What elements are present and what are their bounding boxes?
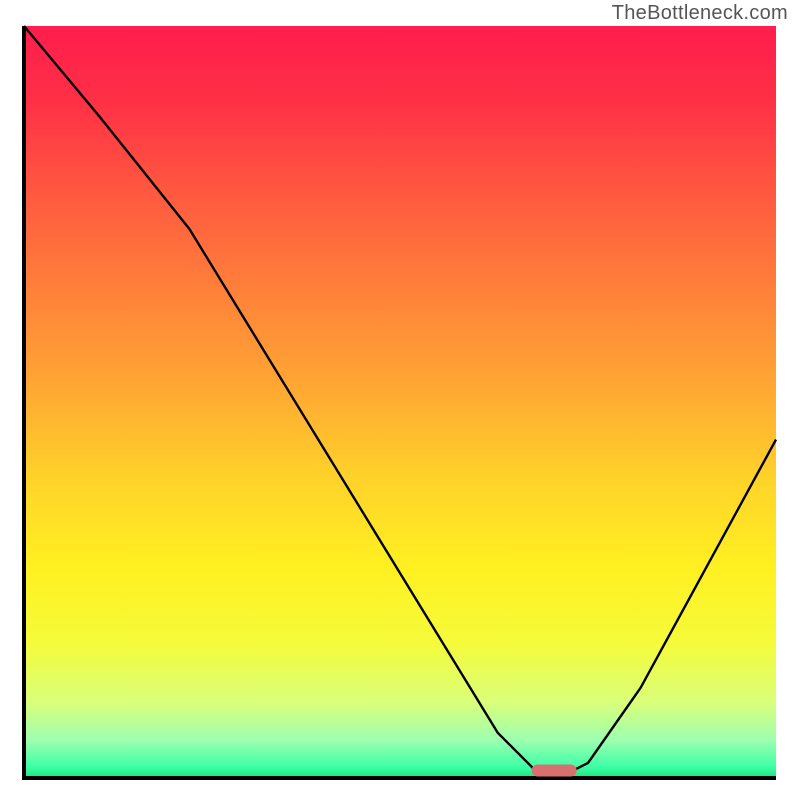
- plot-background: [24, 26, 776, 778]
- watermark-text: TheBottleneck.com: [612, 2, 788, 25]
- chart-frame: TheBottleneck.com: [0, 0, 800, 800]
- bottleneck-chart: [0, 0, 800, 800]
- optimal-marker: [532, 764, 577, 776]
